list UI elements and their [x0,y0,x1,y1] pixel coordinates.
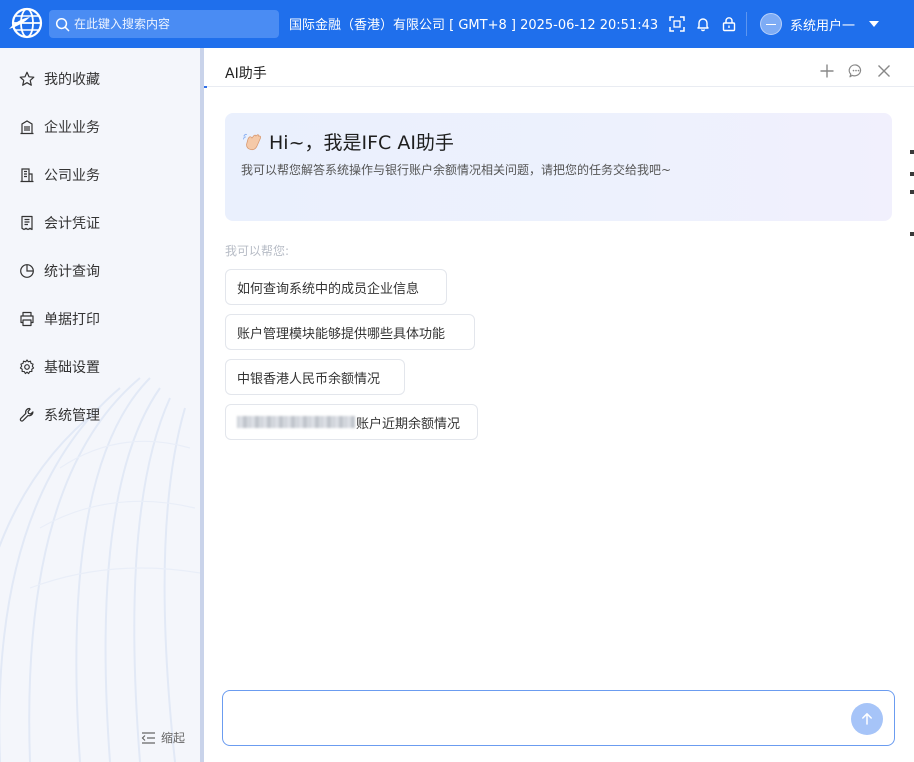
search-icon [55,17,70,31]
topbar-divider [746,12,747,36]
search-box[interactable] [49,10,279,38]
sidebar-item-label: 系统管理 [44,408,100,424]
sidebar-item-label: 单据打印 [44,312,100,328]
suggestion-text: 账户近期余额情况 [356,416,461,432]
suggestions-label: 我可以帮您: [225,244,290,258]
user-name[interactable]: 系统用户一 [790,15,855,34]
user-avatar[interactable] [760,13,782,35]
suggestion-text: 如何查询系统中的成员企业信息 [237,281,420,297]
waving-hand-icon [243,133,262,151]
sidebar-item-accounting-voucher[interactable]: 会计凭证 [0,203,200,243]
sidebar-item-label: 企业业务 [44,120,100,136]
sidebar-item-system-management[interactable]: 系统管理 [0,395,200,435]
company-timezone-datetime: 国际金融（香港）有限公司 [ GMT+8 ] 2025-06-12 20:51:… [289,18,659,33]
sidebar-collapse-button[interactable]: 缩起 [141,729,185,746]
sidebar-item-statistics-query[interactable]: 统计查询 [0,251,200,291]
welcome-title: Hi~，我是IFC AI助手 [269,132,454,154]
building-icon [20,120,34,135]
welcome-description: 我可以帮您解答系统操作与银行账户余额情况相关问题，请把您的任务交给我吧~ [241,163,672,177]
ai-assistant-panel: AI助手 Hi~，我是IFC AI助手 我可以帮您解答系统操作与银行账户余额情况… [204,48,914,762]
sidebar-item-label: 公司业务 [44,168,100,184]
panel-header-accent [204,86,207,88]
bell-icon[interactable] [695,16,711,32]
background-window-edge [910,150,914,236]
arrow-up-icon [862,713,872,725]
panel-title: AI助手 [225,66,267,82]
top-bar: 国际金融（香港）有限公司 [ GMT+8 ] 2025-06-12 20:51:… [0,0,914,48]
sidebar-item-document-print[interactable]: 单据打印 [0,299,200,339]
bank-logo-icon [9,7,43,39]
receipt-icon [21,215,33,231]
chat-history-icon[interactable] [848,63,864,79]
collapse-label: 缩起 [161,731,186,745]
redacted-account-number [237,416,355,428]
search-input[interactable] [74,17,269,31]
welcome-card: Hi~，我是IFC AI助手 我可以帮您解答系统操作与银行账户余额情况相关问题，… [225,113,892,221]
suggestion-chip[interactable]: 账户管理模块能够提供哪些具体功能 [225,314,475,350]
user-menu-caret-down-icon[interactable] [869,21,879,27]
sidebar-item-favorites[interactable]: 我的收藏 [0,59,200,99]
sidebar-item-label: 会计凭证 [44,216,100,232]
suggestion-chip[interactable]: 账户近期余额情况 [225,404,478,440]
sidebar-item-enterprise-business[interactable]: 企业业务 [0,107,200,147]
gear-icon [19,359,35,375]
collapse-menu-icon [141,731,155,744]
chat-input-box[interactable] [222,690,895,746]
send-button[interactable] [851,703,883,735]
fullscreen-icon[interactable] [669,16,685,32]
wrench-icon [19,407,34,422]
close-icon[interactable] [876,63,892,79]
suggestion-text: 账户管理模块能够提供哪些具体功能 [237,326,446,342]
new-chat-plus-icon[interactable] [819,63,835,79]
chat-input[interactable] [235,699,835,737]
sidebar-item-company-business[interactable]: 公司业务 [0,155,200,195]
suggestion-chip[interactable]: 如何查询系统中的成员企业信息 [225,269,447,305]
pie-chart-icon [20,264,34,278]
star-icon [19,71,35,86]
suggestion-chip[interactable]: 中银香港人民币余额情况 [225,359,405,395]
sidebar: 我的收藏 企业业务 公司业务 会计凭证 统计查询 单据打印 基础设置 系统管理 … [0,48,200,762]
suggestion-text: 中银香港人民币余额情况 [237,371,381,387]
sidebar-item-label: 基础设置 [44,360,100,376]
sidebar-item-label: 统计查询 [44,264,100,280]
sidebar-item-basic-settings[interactable]: 基础设置 [0,347,200,387]
sidebar-item-label: 我的收藏 [44,72,100,88]
lock-icon[interactable] [721,16,737,32]
office-building-icon [20,168,34,183]
printer-icon [20,311,34,327]
panel-header-divider [204,86,914,87]
